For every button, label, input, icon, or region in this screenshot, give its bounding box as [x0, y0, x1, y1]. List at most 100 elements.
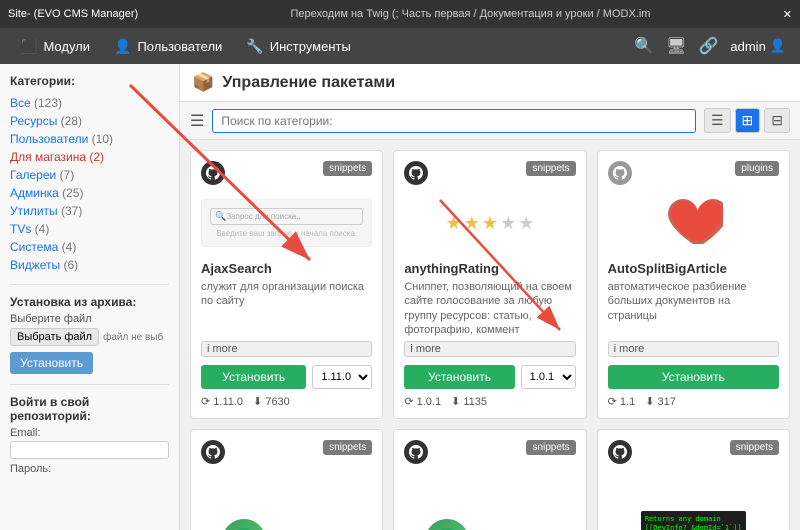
sidebar-item-system[interactable]: Система (4) — [10, 238, 169, 256]
stat-version: ⟳ 1.11.0 — [201, 395, 243, 408]
repo-title: Войти в свой репозиторий: — [10, 395, 169, 423]
sidebar-item-tvs[interactable]: TVs (4) — [10, 220, 169, 238]
star-3: ★ — [482, 213, 498, 234]
package-icon: 📦 — [192, 72, 214, 93]
star-4: ★ — [500, 213, 516, 234]
github-icon — [404, 161, 428, 185]
nav-modules-label: Модули — [43, 39, 90, 54]
card-actions: Установить 1.0.1 — [404, 365, 575, 389]
modules-icon: ⬛ — [20, 38, 37, 55]
version-select[interactable]: 1.11.0 — [312, 365, 372, 389]
email-input[interactable] — [10, 441, 169, 459]
version-select[interactable]: 1.0.1 — [521, 365, 576, 389]
choose-file-button[interactable]: Выбрать файл — [10, 328, 99, 346]
card-title: AutoSplitBigArticle — [608, 261, 779, 276]
more-button[interactable]: i more — [608, 341, 779, 357]
menu-icon[interactable]: ☰ — [190, 111, 204, 131]
nav-search-icon[interactable]: 🔍 — [628, 30, 660, 62]
sidebar-item-shop[interactable]: Для магазина (2) — [10, 148, 169, 166]
repo-section: Войти в свой репозиторий: Email: Пароль: — [10, 395, 169, 475]
install-package-button[interactable]: Установить — [608, 365, 779, 389]
star-2: ★ — [464, 213, 480, 234]
install-button[interactable]: Установить — [10, 352, 93, 374]
nav-users[interactable]: 👤 Пользователи — [102, 32, 234, 61]
file-name-text: файл не выб — [103, 332, 163, 343]
sidebar-item-widgets[interactable]: Виджеты (6) — [10, 256, 169, 274]
install-title: Установка из архива: — [10, 295, 169, 309]
card-actions: Установить 1.11.0 — [201, 365, 372, 389]
sidebar-item-all[interactable]: Все (123) — [10, 94, 169, 112]
evo-logo-2: EVOLUTION ●extra — [425, 519, 555, 530]
card-desc: служит для организации поиска по сайту — [201, 280, 372, 337]
card-desc: Сниппет, позволяющий на своем сайте голо… — [404, 280, 575, 337]
page-header: 📦 Управление пакетами — [180, 64, 800, 102]
sidebar-item-galleries[interactable]: Галереи (7) — [10, 166, 169, 184]
stat-downloads: ⬇ 1135 — [451, 395, 487, 408]
package-card-autosplit: plugins AutoSplitBigArticle автоматическ… — [597, 150, 790, 419]
star-1: ★ — [446, 213, 462, 234]
nav-user[interactable]: admin 👤 — [724, 32, 792, 60]
install-package-button[interactable]: Установить — [201, 365, 306, 389]
sidebar-item-users[interactable]: Пользователи (10) — [10, 130, 169, 148]
card-badge: snippets — [526, 161, 575, 176]
users-icon: 👤 — [114, 38, 131, 55]
code-block: Returns any domain [[DevInfo? &domId=`1`… — [641, 511, 746, 530]
card-badge: snippets — [730, 440, 779, 455]
nav-admin-label: admin — [730, 39, 765, 54]
email-label: Email: — [10, 427, 169, 439]
github-icon — [608, 161, 632, 185]
heart-svg — [663, 196, 723, 251]
package-card-ajaxsearch: snippets 🔍 Запрос для поиска.. Введите в… — [190, 150, 383, 419]
search-input[interactable] — [212, 109, 696, 133]
content-area: Категории: Все (123) Ресурсы (28) Пользо… — [0, 64, 800, 530]
top-bar: Site- (EVO CMS Manager) Переходим на Twi… — [0, 0, 800, 28]
package-card-evo2: snippets EVOLUTION ●extr — [393, 429, 586, 530]
card-image-area: 🔍 Запрос для поиска.. Введите ваш запрос… — [201, 193, 372, 253]
large-grid-button[interactable]: ⊟ — [764, 108, 790, 133]
sidebar-item-admin[interactable]: Админка (25) — [10, 184, 169, 202]
card-badge: snippets — [526, 440, 575, 455]
package-card-evo1: snippets EVOLUTION ●extr — [190, 429, 383, 530]
sidebar-item-resources[interactable]: Ресурсы (28) — [10, 112, 169, 130]
github-icon — [201, 440, 225, 464]
file-label: Выберите файл — [10, 313, 169, 325]
package-card-anythingrating: snippets ★ ★ ★ ★ ★ anythingRating — [393, 150, 586, 419]
package-card-code: snippets Returns any domain [[DevInfo? &… — [597, 429, 790, 530]
nav-modules[interactable]: ⬛ Модули — [8, 32, 102, 61]
sidebar-divider-1 — [10, 284, 169, 285]
card-desc: автоматическое разбиение больших докумен… — [608, 280, 779, 337]
card-header: snippets — [404, 440, 575, 464]
card-image-area: ★ ★ ★ ★ ★ — [404, 193, 575, 253]
card-stats: ⟳ 1.1 ⬇ 317 — [608, 395, 779, 408]
card-stats: ⟳ 1.11.0 ⬇ 7630 — [201, 395, 372, 408]
github-icon — [404, 440, 428, 464]
install-package-button[interactable]: Установить — [404, 365, 514, 389]
grid-view-button[interactable]: ⊞ — [735, 108, 761, 133]
install-section: Установка из архива: Выберите файл Выбра… — [10, 295, 169, 374]
sidebar-divider-2 — [10, 384, 169, 385]
card-stats: ⟳ 1.0.1 ⬇ 1135 — [404, 395, 575, 408]
evo-logo: EVOLUTION ●extra — [222, 519, 352, 530]
evo-circle — [222, 519, 266, 530]
window-center-text: Переходим на Twig (; Часть первая / Доку… — [158, 8, 783, 20]
card-header: snippets — [404, 161, 575, 185]
toolbar: ☰ ☰ ⊞ ⊟ — [180, 102, 800, 140]
list-view-button[interactable]: ☰ — [704, 108, 731, 133]
sidebar-item-utilities[interactable]: Утилиты (37) — [10, 202, 169, 220]
nav-tools-label: Инструменты — [270, 39, 351, 54]
card-image-area: EVOLUTION ●extra — [201, 472, 372, 530]
card-header: plugins — [608, 161, 779, 185]
view-toggle: ☰ ⊞ ⊟ — [704, 108, 790, 133]
nav-share-icon[interactable]: 🔗 — [692, 30, 724, 62]
more-button[interactable]: i more — [201, 341, 372, 357]
nav-monitor-icon[interactable]: 🖥 — [660, 30, 692, 62]
window-close[interactable]: ✕ — [783, 8, 792, 21]
card-image-area — [608, 193, 779, 253]
nav-tools[interactable]: 🔧 Инструменты — [234, 32, 363, 61]
more-button[interactable]: i more — [404, 341, 575, 357]
packages-container: snippets 🔍 Запрос для поиска.. Введите в… — [180, 140, 800, 530]
card-image-area: Returns any domain [[DevInfo? &domId=`1`… — [608, 472, 779, 530]
card-badge: snippets — [323, 161, 372, 176]
password-label: Пароль: — [10, 463, 169, 475]
card-header: snippets — [201, 440, 372, 464]
